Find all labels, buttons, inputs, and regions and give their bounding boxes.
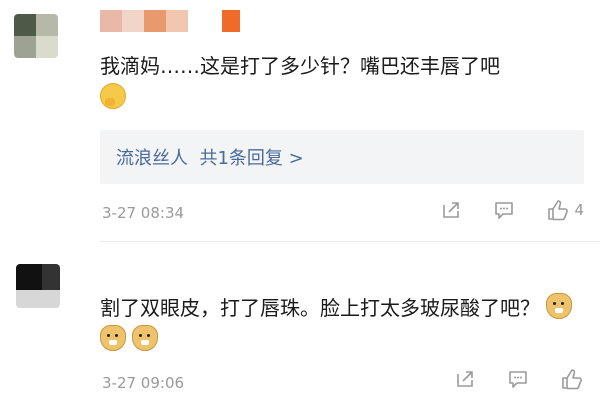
avatar[interactable]	[16, 264, 60, 308]
divider	[100, 241, 600, 242]
reply-count[interactable]: 共1条回复 >	[199, 148, 303, 169]
reply-link[interactable]: 流浪丝人 共1条回复 >	[116, 144, 304, 170]
comment-body: 割了双眼皮，打了唇珠。脸上打太多玻尿酸了吧？	[100, 296, 540, 320]
share-icon[interactable]	[440, 199, 462, 221]
comment-icon[interactable]	[493, 199, 515, 221]
comment-body: 我滴妈……这是打了多少针？嘴巴还丰唇了吧	[100, 54, 500, 78]
doge-emoji-icon	[100, 325, 126, 351]
comment-icon[interactable]	[507, 368, 529, 390]
avatar[interactable]	[14, 14, 58, 58]
comment-item: 割了双眼皮，打了唇珠。脸上打太多玻尿酸了吧？ 3-27 09:06	[0, 248, 600, 394]
like-icon[interactable]	[560, 368, 584, 390]
comment-text: 我滴妈……这是打了多少针？嘴巴还丰唇了吧	[100, 50, 584, 114]
like-count: 4	[574, 201, 584, 219]
timestamp: 3-27 08:34	[102, 204, 185, 222]
comment-text: 割了双眼皮，打了唇珠。脸上打太多玻尿酸了吧？	[100, 292, 584, 356]
username-obscured[interactable]	[100, 10, 250, 32]
comment-actions	[428, 368, 584, 394]
comment-item: 我滴妈……这是打了多少针？嘴巴还丰唇了吧 流浪丝人 共1条回复 > 3-27 0…	[0, 0, 600, 240]
comment-actions: 4	[414, 199, 584, 225]
like-icon[interactable]	[546, 199, 570, 221]
reply-summary[interactable]: 流浪丝人 共1条回复 >	[100, 130, 584, 184]
share-icon[interactable]	[454, 368, 476, 390]
timestamp: 3-27 09:06	[102, 374, 185, 392]
thinking-emoji-icon	[100, 83, 126, 109]
reply-user[interactable]: 流浪丝人	[116, 148, 188, 169]
doge-emoji-icon	[546, 293, 573, 319]
doge-emoji-icon	[132, 325, 158, 351]
